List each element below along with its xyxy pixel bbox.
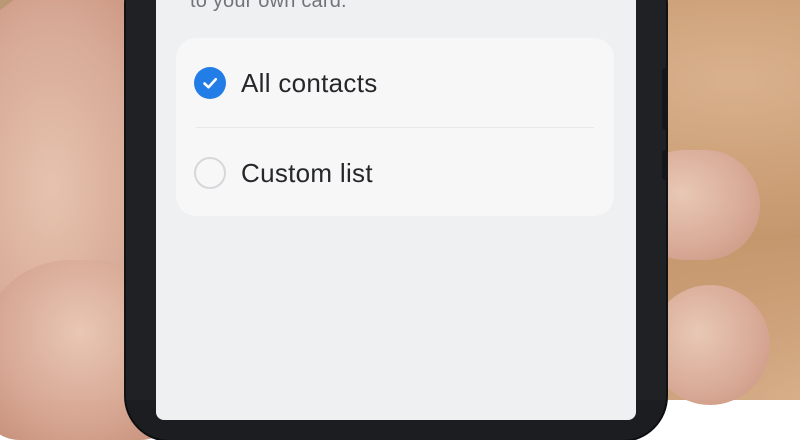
checkmark-icon[interactable] <box>194 67 226 99</box>
radio-empty-icon[interactable] <box>194 157 226 189</box>
option-divider <box>196 127 594 128</box>
option-label: All contacts <box>241 67 378 98</box>
hand-finger-lower <box>650 285 770 405</box>
option-all-contacts[interactable]: All contacts <box>176 40 614 126</box>
phone-screen: to your own card. All contacts Custom li… <box>156 0 636 420</box>
phone-side-button-small <box>662 150 668 180</box>
option-label: Custom list <box>241 157 373 188</box>
section-caption: to your own card. <box>190 0 347 12</box>
options-card: All contacts Custom list <box>176 38 614 216</box>
option-custom-list[interactable]: Custom list <box>176 130 614 216</box>
phone-side-button <box>662 68 668 130</box>
